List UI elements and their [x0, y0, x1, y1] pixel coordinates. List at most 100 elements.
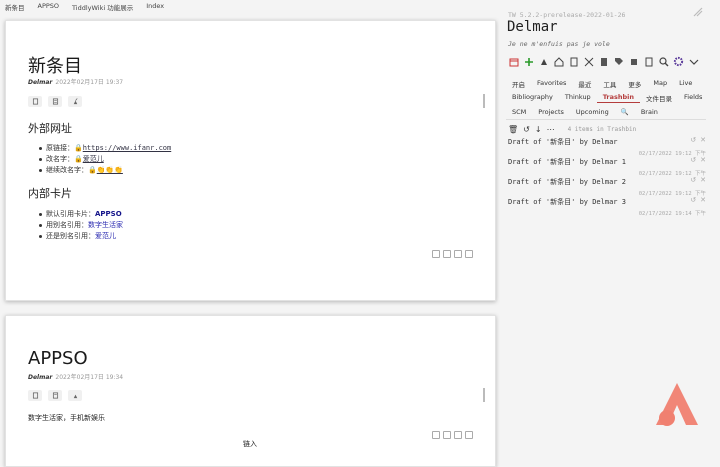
trash-item[interactable]: Draft of '新条目' by Delmar [508, 137, 618, 147]
copy-button[interactable] [28, 390, 42, 401]
sidebar-toggle-icon[interactable] [692, 6, 704, 20]
tiddler-title[interactable]: APPSO [28, 348, 88, 369]
tiddler-author[interactable]: Delmar [28, 79, 52, 86]
list-item: 原链接：🔒https://www.ifanr.com [38, 143, 172, 154]
export-icon[interactable] [454, 431, 462, 439]
info-icon[interactable] [432, 250, 440, 258]
open-tiddler-tab[interactable]: APPSO [33, 0, 68, 12]
fork-icon[interactable] [465, 250, 473, 258]
paint-icon[interactable] [538, 56, 549, 67]
fullscreen-icon[interactable] [583, 56, 594, 67]
sidebar-tab[interactable]: Projects [532, 108, 570, 116]
sidebar-tab[interactable]: Fields [678, 93, 708, 103]
search-icon[interactable] [658, 56, 669, 67]
close-icon[interactable]: ✕ [700, 176, 706, 184]
sidebar-tab[interactable]: 最近 [572, 79, 597, 89]
internal-link[interactable]: 数字生活家 [88, 221, 123, 229]
external-link[interactable]: 👏👏👏 [97, 166, 123, 174]
close-icon[interactable]: ✕ [700, 156, 706, 164]
sidebar-tab-search[interactable]: 🔍 [615, 108, 635, 116]
external-link[interactable]: 爱范儿 [83, 155, 104, 163]
trash-item[interactable]: Draft of '新条目' by Delmar 3 [508, 197, 626, 207]
item-prefix: 还是别名引用： [46, 232, 95, 240]
internal-link[interactable]: 爱范儿 [95, 232, 116, 240]
tiddler-author[interactable]: Delmar [28, 374, 52, 381]
export-icon[interactable] [454, 250, 462, 258]
home-icon[interactable] [553, 56, 564, 67]
calendar-icon[interactable] [508, 56, 519, 67]
restore-icon[interactable]: ↺ [690, 196, 696, 204]
sidebar-tab[interactable]: 工具 [597, 79, 622, 89]
trash-item[interactable]: Draft of '新条目' by Delmar 1 [508, 157, 626, 167]
trash-item[interactable]: Draft of '新条目' by Delmar 2 [508, 177, 626, 187]
sidebar-tabs-row: Bibliography Thinkup Trashbin 文件目录 Field… [506, 93, 708, 103]
sort-icon[interactable]: ↓ [535, 125, 542, 134]
tools-icon[interactable] [628, 56, 639, 67]
sidebar-tab[interactable]: Upcoming [570, 108, 615, 116]
sidebar-tab[interactable]: 文件目录 [640, 93, 678, 103]
gear-icon[interactable] [673, 56, 684, 67]
tiddler-card: 新条目 Delmar 2022年02月17日 19:37 外部网址 原链接：🔒ht… [5, 20, 496, 301]
tag-icon[interactable] [443, 250, 451, 258]
tiddler-title[interactable]: 新条目 [28, 52, 82, 78]
trash-item-actions: ↺ ✕ [690, 176, 706, 184]
item-prefix: 用别名引用： [46, 221, 88, 229]
restore-icon[interactable]: ↺ [690, 136, 696, 144]
more-icon[interactable]: ⋯ [547, 125, 555, 134]
sidebar-tab[interactable]: Map [647, 79, 673, 89]
import-icon[interactable] [568, 56, 579, 67]
copy-button[interactable] [28, 96, 42, 107]
edit-button[interactable] [48, 390, 62, 401]
new-tiddler-icon[interactable] [523, 56, 534, 67]
chevron-down-icon[interactable] [688, 56, 699, 67]
close-icon[interactable]: ✕ [700, 136, 706, 144]
tag-icon[interactable] [443, 431, 451, 439]
sidebar-tab[interactable]: 更多 [622, 79, 647, 89]
tiddler-footer-icons [432, 431, 473, 439]
open-tiddler-tab[interactable]: 新条目 [0, 0, 33, 12]
list-item: 还是别名引用：爱范儿 [39, 231, 123, 242]
document-icon[interactable] [643, 56, 654, 67]
external-link[interactable]: https://www.ifanr.com [83, 144, 172, 152]
open-tiddler-tab[interactable]: Index [141, 0, 172, 12]
trashbin-header: 🗑 ↺ ↓ ⋯ 4 items in Trashbin [508, 125, 636, 134]
sidebar-tab-active[interactable]: Trashbin [596, 93, 641, 103]
open-tiddler-tab[interactable]: TiddlyWiki 功能展示 [67, 0, 141, 12]
edit-button[interactable] [48, 96, 62, 107]
trash-count: 4 items in Trashbin [567, 126, 637, 133]
tag-icon[interactable] [613, 56, 624, 67]
tiddler-toolbar [28, 390, 82, 401]
sidebar-tab[interactable]: 开启 [506, 79, 531, 89]
sidebar-tab[interactable]: Thinkup [559, 93, 597, 103]
sidebar-tab[interactable]: Brain [635, 108, 664, 116]
edit-icon [52, 98, 58, 105]
book-icon[interactable] [598, 56, 609, 67]
backlinks-label: 链入 [243, 440, 257, 448]
link-list: 原链接：🔒https://www.ifanr.com 改名字：🔒爱范儿 继续改名… [38, 143, 172, 176]
site-subtitle: Je ne m'enfuis pas je vole [508, 40, 610, 48]
tiddler-date: 2022年02月17日 19:37 [55, 79, 124, 86]
scrollbar[interactable] [483, 94, 485, 108]
sidebar-tab[interactable]: SCM [506, 108, 532, 116]
restore-icon[interactable]: ↺ [690, 176, 696, 184]
restore-icon[interactable]: ↺ [690, 156, 696, 164]
sidebar-tabs-row: SCM Projects Upcoming 🔍 Brain [506, 108, 664, 116]
sidebar-tab[interactable]: Bibliography [506, 93, 559, 103]
tiddler-subtitle: Delmar 2022年02月17日 19:34 [28, 372, 123, 381]
clean-button[interactable] [68, 96, 82, 107]
scrollbar[interactable] [483, 388, 485, 402]
list-item: 改名字：🔒爱范儿 [38, 154, 171, 165]
sidebar-tab[interactable]: Favorites [531, 79, 572, 89]
trash-icon[interactable]: 🗑 [508, 125, 518, 134]
item-prefix: 原链接： [46, 144, 74, 152]
info-icon[interactable] [432, 431, 440, 439]
internal-link[interactable]: APPSO [95, 210, 122, 218]
close-icon[interactable]: ✕ [700, 196, 706, 204]
clean-button[interactable] [68, 390, 82, 401]
fork-icon[interactable] [465, 431, 473, 439]
edit-icon [52, 392, 58, 399]
sidebar-tab[interactable]: Live [673, 79, 698, 89]
list-item: 继续改名字：🔒👏👏👏 [38, 165, 171, 176]
restore-icon[interactable]: ↺ [523, 125, 530, 134]
copy-icon [32, 392, 38, 399]
